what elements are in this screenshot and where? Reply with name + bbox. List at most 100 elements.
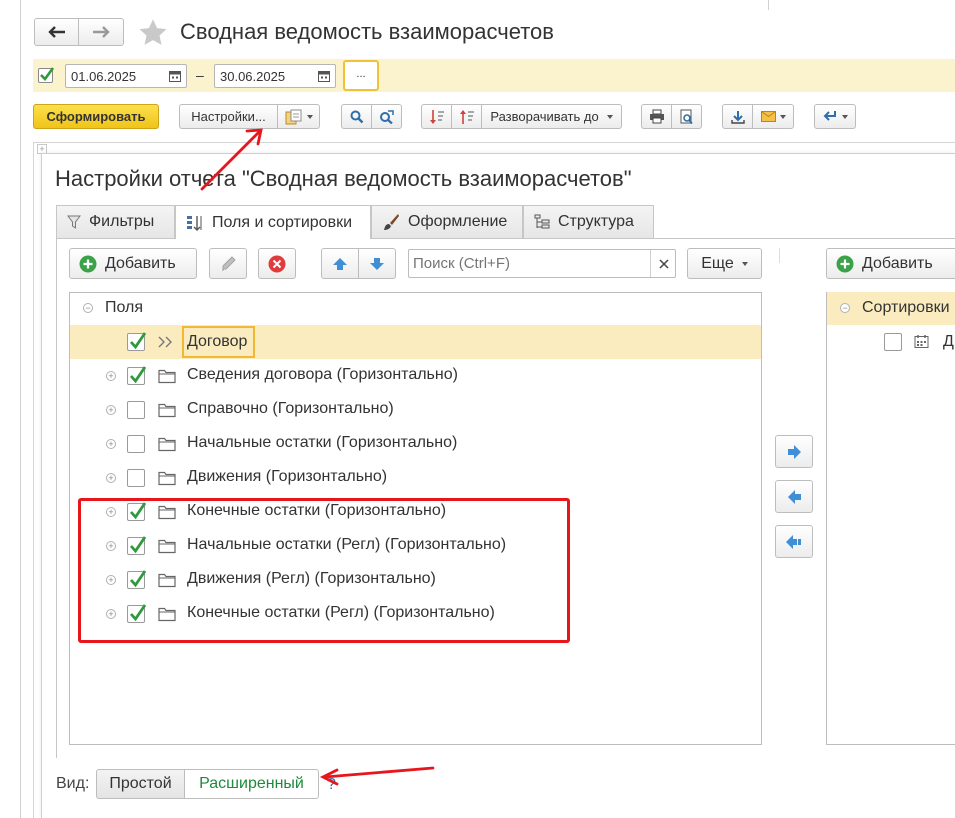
tab-fields-sorting-label: Поля и сортировки xyxy=(212,213,352,231)
fields-root-label: Поля xyxy=(105,299,144,316)
view-simple-button[interactable]: Простой xyxy=(96,769,185,799)
table-row[interactable]: + Движения (Горизонтально) xyxy=(70,461,761,495)
expand-icon[interactable]: + xyxy=(106,371,116,381)
sort-desc-icon xyxy=(429,109,444,124)
tab-structure-label: Структура xyxy=(558,213,634,230)
field-checkbox[interactable] xyxy=(127,401,145,419)
date-from-value: 01.06.2025 xyxy=(71,69,137,84)
favorite-star-icon[interactable] xyxy=(138,18,168,47)
save-button[interactable] xyxy=(722,104,753,129)
view-extended-label: Расширенный xyxy=(199,775,304,792)
date-to-field[interactable]: 30.06.2025 xyxy=(214,64,336,88)
brush-icon xyxy=(384,214,399,230)
sort-root-label: Сортировки xyxy=(862,299,950,316)
remove-all-from-sort-button[interactable] xyxy=(775,525,813,558)
table-row[interactable]: + Справочно (Горизонтально) xyxy=(70,393,761,427)
calendar-icon[interactable] xyxy=(169,70,181,82)
arrow-left-icon xyxy=(47,26,65,38)
field-checkbox[interactable] xyxy=(127,332,147,351)
settings-button[interactable]: Настройки... xyxy=(179,104,278,129)
expand-to-button[interactable]: Разворачивать до xyxy=(481,104,622,129)
collapse-icon[interactable]: − xyxy=(83,303,93,313)
print-preview-icon xyxy=(680,109,693,124)
send-email-button[interactable] xyxy=(752,104,794,129)
table-row[interactable]: + Начальные остатки (Горизонтально) xyxy=(70,427,761,461)
generate-button[interactable]: Сформировать xyxy=(33,104,159,129)
remove-from-sort-button[interactable] xyxy=(775,480,813,513)
folder-icon xyxy=(158,436,176,457)
search-clear-icon[interactable] xyxy=(650,250,676,277)
delete-field-button[interactable] xyxy=(258,248,296,279)
chevron-down-icon xyxy=(306,114,313,119)
expand-icon[interactable]: + xyxy=(106,405,116,415)
fields-sort-icon xyxy=(187,215,202,231)
expand-icon[interactable]: + xyxy=(106,439,116,449)
structure-icon xyxy=(534,214,550,229)
field-item-icon xyxy=(158,336,172,348)
fields-search-text[interactable] xyxy=(411,252,647,275)
search-button[interactable] xyxy=(341,104,372,129)
annotation-highlight-box xyxy=(78,498,570,643)
search-next-button[interactable] xyxy=(371,104,402,129)
print-button[interactable] xyxy=(641,104,672,129)
forward-button[interactable] xyxy=(78,18,124,46)
sort-desc-button[interactable] xyxy=(421,104,452,129)
date-from-field[interactable]: 01.06.2025 xyxy=(65,64,187,88)
back-button[interactable] xyxy=(34,18,79,46)
group-label: Движения (Горизонтально) xyxy=(187,468,388,485)
view-label: Вид: xyxy=(56,775,90,792)
field-checkbox[interactable] xyxy=(127,435,145,453)
fields-add-label: Добавить xyxy=(105,254,176,272)
collapse-icon[interactable]: − xyxy=(840,303,850,313)
window-left-border xyxy=(20,0,21,818)
edit-field-button[interactable] xyxy=(209,248,247,279)
expand-icon[interactable]: + xyxy=(106,473,116,483)
window-top-right-border xyxy=(768,0,769,10)
view-extended-button[interactable]: Расширенный xyxy=(184,769,319,799)
return-menu-button[interactable] xyxy=(814,104,856,129)
variants-menu-button[interactable] xyxy=(277,104,320,129)
checkmark-icon xyxy=(129,332,147,350)
tab-fields-sorting[interactable]: Поля и сортировки xyxy=(175,205,371,239)
period-select-button[interactable]: ... xyxy=(343,60,379,91)
fields-add-button[interactable]: Добавить xyxy=(69,248,197,279)
move-up-button[interactable] xyxy=(321,248,359,279)
print-preview-button[interactable] xyxy=(671,104,702,129)
add-to-sort-button[interactable] xyxy=(775,435,813,468)
field-checkbox[interactable] xyxy=(127,469,145,487)
report-variant-icon xyxy=(285,109,301,124)
tab-structure[interactable]: Структура xyxy=(523,205,654,238)
sort-add-button[interactable]: Добавить xyxy=(826,248,955,279)
generate-label: Сформировать xyxy=(46,109,146,124)
help-link[interactable]: ? xyxy=(327,776,336,794)
add-circle-icon xyxy=(79,255,97,272)
sort-item-checkbox[interactable] xyxy=(884,333,902,351)
download-icon xyxy=(730,110,745,124)
tab-filters[interactable]: Фильтры xyxy=(56,205,175,238)
group-label: Справочно (Горизонтально) xyxy=(187,400,394,417)
search-next-icon xyxy=(380,109,394,124)
period-checkbox[interactable] xyxy=(38,67,55,83)
move-down-button[interactable] xyxy=(358,248,396,279)
field-checkbox[interactable] xyxy=(127,366,147,385)
calendar-icon[interactable] xyxy=(318,70,330,82)
fields-search-input[interactable] xyxy=(408,249,676,278)
chevron-down-icon xyxy=(741,261,748,266)
sort-item-label: Д xyxy=(943,333,954,350)
fields-more-button[interactable]: Еще xyxy=(687,248,762,279)
sort-asc-button[interactable] xyxy=(451,104,482,129)
folder-icon xyxy=(158,470,176,491)
arrow-down-icon xyxy=(370,257,384,270)
date-to-value: 30.06.2025 xyxy=(220,69,286,84)
table-row[interactable]: + Сведения договора (Горизонтально) xyxy=(70,359,761,393)
tab-appearance[interactable]: Оформление xyxy=(371,205,523,238)
double-arrow-left-icon xyxy=(786,534,801,549)
checkmark-icon xyxy=(40,67,55,81)
return-arrow-icon xyxy=(823,111,836,121)
delete-icon xyxy=(268,255,286,272)
envelope-icon xyxy=(760,111,776,122)
period-separator: – xyxy=(196,67,204,83)
chevron-down-icon xyxy=(841,114,848,119)
settings-label: Настройки... xyxy=(191,109,266,124)
print-icon xyxy=(649,109,664,124)
